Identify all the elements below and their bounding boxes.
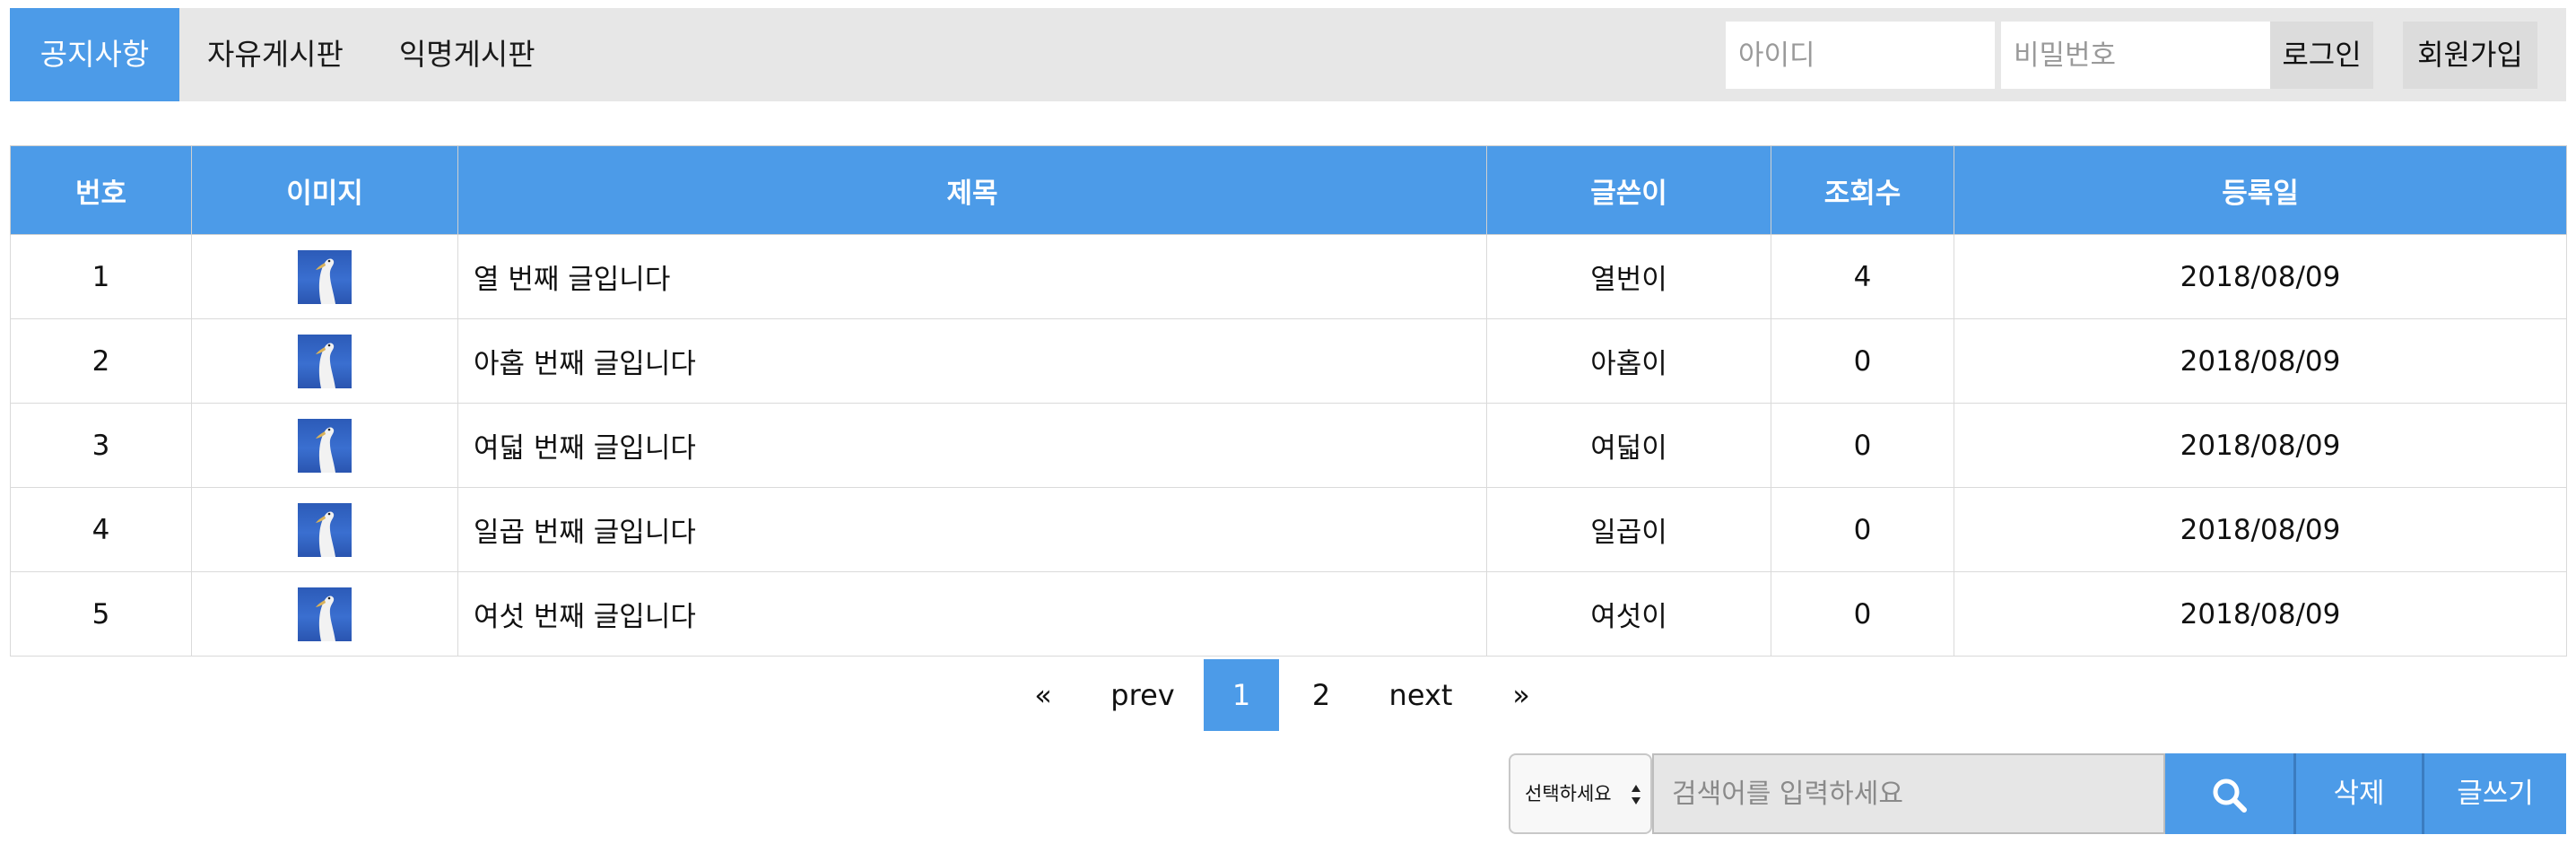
prev-page-link[interactable]: prev — [1082, 659, 1204, 731]
post-author: 아홉이 — [1486, 318, 1771, 404]
tab-free-board[interactable]: 자유게시판 — [179, 8, 371, 101]
header-views: 조회수 — [1771, 145, 1954, 235]
post-title-link[interactable]: 아홉 번째 글입니다 — [457, 318, 1487, 404]
search-button[interactable] — [2165, 753, 2293, 834]
write-button[interactable]: 글쓰기 — [2422, 753, 2566, 834]
select-arrows-icon — [1632, 785, 1640, 804]
post-views: 4 — [1771, 234, 1954, 319]
post-number: 2 — [10, 318, 192, 404]
pagination: « prev 1 2 next » — [1005, 659, 1564, 731]
post-author: 여덟이 — [1486, 403, 1771, 488]
post-thumbnail[interactable] — [298, 502, 352, 557]
post-author: 여섯이 — [1486, 571, 1771, 657]
last-page-link[interactable]: » — [1478, 659, 1564, 731]
post-number: 1 — [10, 234, 192, 319]
header-date: 등록일 — [1954, 145, 2567, 235]
post-date: 2018/08/09 — [1954, 234, 2567, 319]
password-input[interactable] — [2001, 22, 2270, 89]
post-date: 2018/08/09 — [1954, 403, 2567, 488]
current-page[interactable]: 1 — [1204, 659, 1279, 731]
post-date: 2018/08/09 — [1954, 318, 2567, 404]
signup-button[interactable]: 회원가입 — [2403, 22, 2537, 89]
post-title-link[interactable]: 일곱 번째 글입니다 — [457, 487, 1487, 572]
header-number: 번호 — [10, 145, 192, 235]
login-button[interactable]: 로그인 — [2270, 22, 2373, 89]
post-title-link[interactable]: 여덟 번째 글입니다 — [457, 403, 1487, 488]
top-navbar: 공지사항 자유게시판 익명게시판 로그인 회원가입 — [10, 8, 2566, 101]
post-date: 2018/08/09 — [1954, 571, 2567, 657]
post-views: 0 — [1771, 571, 1954, 657]
post-title-link[interactable]: 열 번째 글입니다 — [457, 234, 1487, 319]
table-row[interactable]: 2 아홉 번째 글입니다 아홉이 0 2018/08/09 — [10, 318, 2567, 404]
table-header-row: 번호 이미지 제목 글쓴이 조회수 등록일 — [10, 145, 2567, 235]
table-row[interactable]: 4 일곱 번째 글입니다 일곱이 0 2018/08/09 — [10, 487, 2567, 572]
post-author: 일곱이 — [1486, 487, 1771, 572]
post-number: 4 — [10, 487, 192, 572]
post-thumbnail[interactable] — [298, 587, 352, 641]
id-input[interactable] — [1726, 22, 1995, 89]
post-thumbnail[interactable] — [298, 334, 352, 388]
search-bar: 선택하세요 삭제 글쓰기 — [1509, 753, 2566, 834]
search-type-select[interactable]: 선택하세요 — [1509, 753, 1652, 834]
post-number: 3 — [10, 403, 192, 488]
thumbnail-cell — [191, 234, 458, 319]
post-thumbnail[interactable] — [298, 418, 352, 473]
select-value: 선택하세요 — [1525, 783, 1612, 804]
thumbnail-cell — [191, 571, 458, 657]
thumbnail-cell — [191, 403, 458, 488]
post-thumbnail[interactable] — [298, 249, 352, 304]
table-row[interactable]: 5 여섯 번째 글입니다 여섯이 0 2018/08/09 — [10, 571, 2567, 657]
board-tabs: 공지사항 자유게시판 익명게시판 — [10, 8, 563, 101]
post-views: 0 — [1771, 403, 1954, 488]
thumbnail-cell — [191, 318, 458, 404]
next-page-link[interactable]: next — [1363, 659, 1478, 731]
login-area: 로그인 회원가입 — [1669, 8, 2566, 101]
header-image: 이미지 — [191, 145, 458, 235]
header-title: 제목 — [457, 145, 1487, 235]
first-page-link[interactable]: « — [1005, 659, 1082, 731]
delete-button[interactable]: 삭제 — [2293, 753, 2422, 834]
post-table: 번호 이미지 제목 글쓴이 조회수 등록일 1 열 번째 글입니다 열번이 4 … — [10, 145, 2567, 657]
table-row[interactable]: 1 열 번째 글입니다 열번이 4 2018/08/09 — [10, 234, 2567, 319]
post-author: 열번이 — [1486, 234, 1771, 319]
page-2-link[interactable]: 2 — [1279, 659, 1363, 731]
post-title-link[interactable]: 여섯 번째 글입니다 — [457, 571, 1487, 657]
search-icon — [2213, 778, 2247, 813]
search-input[interactable] — [1652, 753, 2165, 834]
thumbnail-cell — [191, 487, 458, 572]
post-number: 5 — [10, 571, 192, 657]
post-views: 0 — [1771, 487, 1954, 572]
tab-notice[interactable]: 공지사항 — [10, 8, 179, 101]
table-row[interactable]: 3 여덟 번째 글입니다 여덟이 0 2018/08/09 — [10, 403, 2567, 488]
post-date: 2018/08/09 — [1954, 487, 2567, 572]
header-author: 글쓴이 — [1486, 145, 1771, 235]
tab-anonymous-board[interactable]: 익명게시판 — [371, 8, 563, 101]
post-views: 0 — [1771, 318, 1954, 404]
